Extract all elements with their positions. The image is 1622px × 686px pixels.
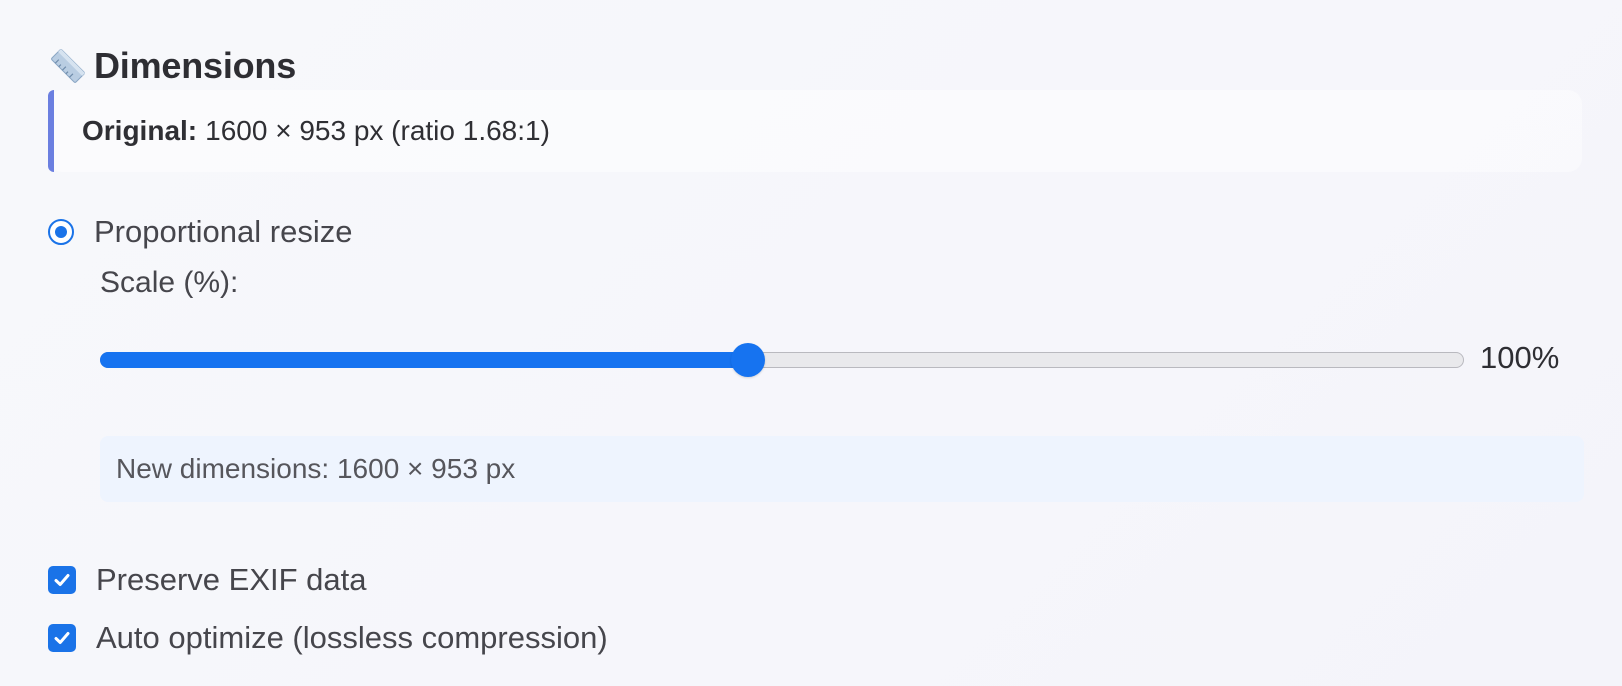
ruler-icon [48,46,88,86]
scale-slider-fill [100,352,749,368]
preserve-exif-option[interactable]: Preserve EXIF data [48,556,367,604]
scale-value: 100% [1480,340,1560,375]
original-info-card: Original: 1600 × 953 px (ratio 1.68:1) [48,90,1582,172]
original-value: 1600 × 953 px (ratio 1.68:1) [205,115,550,146]
proportional-resize-option[interactable]: Proportional resize [48,208,352,256]
auto-optimize-option[interactable]: Auto optimize (lossless compression) [48,614,608,662]
auto-optimize-checkbox[interactable] [48,624,76,652]
preserve-exif-checkbox[interactable] [48,566,76,594]
original-label: Original: [82,115,198,146]
original-info: Original: 1600 × 953 px (ratio 1.68:1) [82,115,550,147]
auto-optimize-label[interactable]: Auto optimize (lossless compression) [96,620,608,656]
new-dimensions-box: New dimensions: 1600 × 953 px [100,436,1584,502]
scale-slider-thumb[interactable] [731,343,765,377]
scale-slider[interactable] [100,343,1464,377]
scale-label: Scale (%): [100,266,239,299]
new-dimensions-text: New dimensions: 1600 × 953 px [116,453,516,484]
checkmark-icon [54,632,70,644]
preserve-exif-label[interactable]: Preserve EXIF data [96,562,367,598]
checkmark-icon [54,574,70,586]
section-header: Dimensions [48,38,296,94]
proportional-resize-label[interactable]: Proportional resize [94,214,352,250]
proportional-resize-radio[interactable] [48,219,74,245]
section-title: Dimensions [94,45,297,86]
